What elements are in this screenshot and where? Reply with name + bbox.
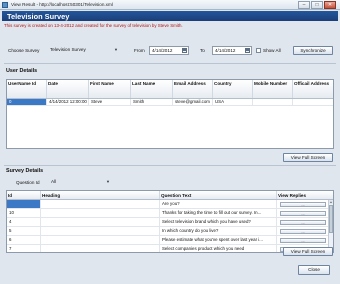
divider <box>4 63 336 64</box>
table-cell: Smith <box>131 99 173 105</box>
synchronize-button[interactable]: Synchronize <box>293 46 333 55</box>
user-view-full-screen-button[interactable]: View Full Screen <box>283 153 333 162</box>
table-cell: 6 <box>7 236 41 244</box>
table-cell <box>41 227 160 235</box>
survey-select[interactable]: Television Survey ▼ <box>47 46 120 55</box>
close-button[interactable]: Close <box>298 265 330 275</box>
view-replies-button[interactable]: ... <box>280 229 326 234</box>
to-label: To <box>200 48 205 53</box>
minimize-button[interactable]: – <box>298 1 310 9</box>
calendar-icon[interactable] <box>182 48 187 53</box>
user-details-grid: UserName Id Date First Name Last Name Em… <box>6 79 334 149</box>
table-cell <box>41 218 160 226</box>
from-date-picker[interactable]: 4/14/2012 <box>149 46 189 55</box>
table-cell: In which country do you live? <box>160 227 277 235</box>
column-header[interactable]: Heading <box>41 191 160 199</box>
table-row[interactable]: 4 Select television brand which you have… <box>7 218 333 227</box>
table-cell: Please estimate what you've spent over l… <box>160 236 277 244</box>
close-window-button[interactable]: ✕ <box>324 1 336 9</box>
user-details-title: User Details <box>6 68 38 74</box>
survey-select-value: Television Survey <box>50 47 86 52</box>
column-header[interactable]: Email Address <box>173 80 213 98</box>
view-replies-button[interactable]: ... <box>280 211 326 216</box>
chevron-down-icon: ▼ <box>106 179 110 184</box>
table-cell <box>41 209 160 217</box>
scroll-thumb[interactable] <box>329 205 333 233</box>
from-label: From <box>134 48 145 53</box>
survey-grid-scrollbar[interactable]: ▲ ▼ <box>328 200 333 252</box>
table-cell <box>41 200 160 208</box>
table-cell: steve@gmail.com <box>173 99 213 105</box>
table-cell: 7 <box>7 245 41 252</box>
table-cell: Thanks for taking the time to fill out o… <box>160 209 277 217</box>
show-all-checkbox[interactable] <box>256 48 261 53</box>
survey-details-title: Survey Details <box>6 168 44 174</box>
survey-grid-header: Id Heading Question Text View Replies <box>7 191 333 200</box>
scroll-up-icon[interactable]: ▲ <box>329 200 333 204</box>
survey-view-full-screen-button[interactable]: View Full Screen <box>283 247 333 256</box>
column-header[interactable]: Officail Address <box>293 80 333 98</box>
view-replies-button[interactable]: ... <box>280 202 326 207</box>
column-header[interactable]: Id <box>7 191 41 199</box>
table-row[interactable]: 10 Thanks for taking the time to fill ou… <box>7 209 333 218</box>
maximize-button[interactable]: □ <box>311 1 323 9</box>
table-cell: 5 <box>7 227 41 235</box>
table-cell: 4/14/2012 12:00:00 AM <box>47 99 89 105</box>
table-row[interactable]: Are you? ... <box>7 200 333 209</box>
table-cell: 4 <box>7 218 41 226</box>
table-cell: Steve <box>89 99 131 105</box>
column-header[interactable]: View Replies <box>277 191 330 199</box>
window-titlebar: View Result - http://localhost:50301/Tel… <box>0 0 340 10</box>
column-header[interactable]: Mobile Number <box>253 80 293 98</box>
to-date-picker[interactable]: 4/14/2012 <box>212 46 252 55</box>
divider <box>4 165 336 166</box>
question-id-value: All <box>51 179 57 184</box>
table-row[interactable]: 5 In which country do you live? ... <box>7 227 333 236</box>
view-replies-button[interactable]: ... <box>280 238 326 243</box>
question-id-select[interactable]: All ▼ <box>48 178 112 187</box>
header-band: Television Survey <box>2 11 338 21</box>
page-title: Television Survey <box>7 12 70 21</box>
table-cell <box>293 99 333 105</box>
table-cell: 0 <box>7 99 47 105</box>
table-cell: Select television brand which you have u… <box>160 218 277 226</box>
table-cell <box>41 245 160 252</box>
column-header[interactable]: Date <box>47 80 89 98</box>
calendar-icon[interactable] <box>245 48 250 53</box>
table-cell <box>41 236 160 244</box>
column-header[interactable]: Question Text <box>160 191 277 199</box>
table-cell: 10 <box>7 209 41 217</box>
window-title: View Result - http://localhost:50301/Tel… <box>11 2 113 7</box>
table-cell: Select companies product which you need <box>160 245 277 252</box>
table-cell <box>7 200 41 208</box>
question-id-label: Question Id <box>16 180 40 185</box>
table-row[interactable]: 6 Please estimate what you've spent over… <box>7 236 333 245</box>
app-icon <box>2 2 8 8</box>
table-cell: Are you? <box>160 200 277 208</box>
column-header[interactable]: Last Name <box>131 80 173 98</box>
view-replies-button[interactable]: ... <box>280 220 326 225</box>
column-header[interactable]: Country <box>213 80 253 98</box>
show-all-label: Show All <box>263 48 281 53</box>
table-cell <box>253 99 293 105</box>
user-grid-header: UserName Id Date First Name Last Name Em… <box>7 80 333 99</box>
table-cell: USA <box>213 99 253 105</box>
from-date-value: 4/14/2012 <box>152 48 173 53</box>
to-date-value: 4/14/2012 <box>215 48 236 53</box>
table-row[interactable]: 0 4/14/2012 12:00:00 AM Steve Smith stev… <box>7 99 333 106</box>
chevron-down-icon: ▼ <box>114 47 118 52</box>
choose-survey-label: Choose Survey <box>8 48 40 53</box>
column-header[interactable]: First Name <box>89 80 131 98</box>
column-header[interactable]: UserName Id <box>7 80 47 98</box>
survey-details-grid: Id Heading Question Text View Replies Ar… <box>6 190 334 253</box>
survey-info-text: This survey is created on 13-4-2012 and … <box>4 23 183 28</box>
window-content: Television Survey This survey is created… <box>0 10 340 284</box>
